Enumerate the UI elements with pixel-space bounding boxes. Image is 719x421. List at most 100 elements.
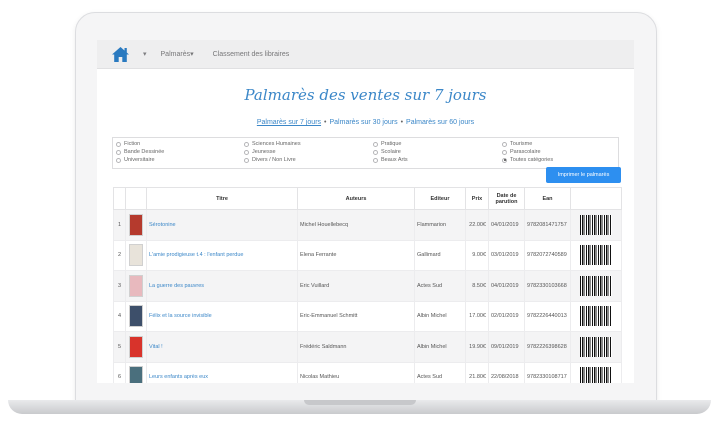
radio-button[interactable] — [116, 157, 121, 163]
barcode-image — [580, 367, 612, 383]
rank-cell: 6 — [113, 361, 126, 383]
author-cell: Nicolas Mathieu — [297, 361, 415, 383]
browser-screen: ▾ Palmarès▾ Classement des libraires Pal… — [97, 40, 634, 383]
header-price: Prix — [465, 187, 489, 210]
author-cell: Eric Vuillard — [297, 270, 415, 302]
barcode-cell — [570, 270, 622, 302]
barcode-cell — [570, 209, 622, 241]
cover-cell — [125, 300, 147, 332]
category-option[interactable]: Pratique — [373, 140, 402, 148]
book-title-link[interactable]: Sérotonine — [149, 222, 176, 228]
book-title-link[interactable]: Félix et la source invisible — [149, 313, 212, 319]
author-cell: Elena Ferrante — [297, 239, 415, 271]
category-option[interactable]: Sciences Humaines — [244, 140, 301, 148]
book-cover-image[interactable] — [129, 274, 143, 297]
table-row[interactable]: 1 Sérotonine Michel Houellebecq Flammarion 2… — [113, 209, 622, 241]
author-cell: Eric-Emmanuel Schmitt — [297, 300, 415, 332]
category-option[interactable]: Jeunesse — [244, 148, 276, 156]
category-option[interactable]: Parascolaire — [502, 148, 541, 156]
cover-cell — [125, 209, 147, 241]
period-7-days-link[interactable]: Palmarès sur 7 jours — [257, 119, 321, 126]
price-cell: 22.00€ — [465, 209, 489, 241]
barcode-cell — [570, 300, 622, 332]
radio-button[interactable] — [244, 149, 249, 155]
book-title-link[interactable]: Leurs enfants après eux — [149, 374, 208, 380]
table-row[interactable]: 3 La guerre des pauvres Eric Vuillard Actes… — [113, 270, 622, 302]
cover-cell — [125, 331, 147, 363]
publisher-cell: Albin Michel — [414, 331, 466, 363]
table-row[interactable]: 2 L'amie prodigieuse t.4 : l'enfant perdu… — [113, 239, 622, 271]
publisher-cell: Gallimard — [414, 239, 466, 271]
category-option[interactable]: Toutes catégories — [502, 156, 553, 164]
radio-button[interactable] — [373, 149, 378, 155]
radio-button[interactable] — [502, 149, 507, 155]
radio-button[interactable] — [373, 157, 378, 163]
radio-button[interactable] — [116, 141, 121, 147]
radio-button[interactable] — [116, 149, 121, 155]
book-title-link[interactable]: La guerre des pauvres — [149, 283, 204, 289]
period-30-days-link[interactable]: Palmarès sur 30 jours — [330, 119, 398, 126]
cover-cell — [125, 239, 147, 271]
rank-cell: 1 — [113, 209, 126, 241]
rank-cell: 3 — [113, 270, 126, 302]
period-60-days-link[interactable]: Palmarès sur 60 jours — [406, 119, 474, 126]
book-title-link[interactable]: L'amie prodigieuse t.4 : l'enfant perdue — [149, 252, 243, 258]
cover-cell — [125, 361, 147, 383]
cover-cell — [125, 270, 147, 302]
category-label: Bande Dessinée — [124, 149, 165, 155]
barcode-image — [580, 336, 612, 357]
nav-classement-libraires[interactable]: Classement des libraires — [213, 51, 290, 58]
radio-button[interactable] — [244, 141, 249, 147]
radio-button-selected[interactable] — [502, 157, 507, 163]
category-label: Beaux Arts — [381, 157, 408, 163]
category-label: Tourisme — [510, 141, 533, 147]
book-title-link[interactable]: Vital ! — [149, 344, 163, 350]
laptop-notch — [304, 400, 416, 405]
book-cover-image[interactable] — [129, 335, 143, 358]
rank-cell: 5 — [113, 331, 126, 363]
barcode-cell — [570, 331, 622, 363]
ean-cell: 9782330108717 — [524, 361, 571, 383]
category-label: Divers / Non Livre — [252, 157, 296, 163]
header-publisher: Editeur — [414, 187, 466, 210]
nav-palmares[interactable]: Palmarès▾ — [161, 50, 194, 58]
category-option[interactable]: Bande Dessinée — [116, 148, 164, 156]
title-cell: Sérotonine — [146, 209, 298, 241]
price-cell: 8.50€ — [465, 270, 489, 302]
date-cell: 22/08/2018 — [488, 361, 525, 383]
radio-button[interactable] — [244, 157, 249, 163]
book-cover-image[interactable] — [129, 244, 143, 267]
category-option[interactable]: Tourisme — [502, 140, 532, 148]
publisher-cell: Flammarion — [414, 209, 466, 241]
home-dropdown-caret[interactable]: ▾ — [143, 50, 147, 58]
ean-cell: 9782330103668 — [524, 270, 571, 302]
table-row[interactable]: 6 Leurs enfants après eux Nicolas Mathieu A… — [113, 361, 622, 383]
ean-cell: 9782081471757 — [524, 209, 571, 241]
price-cell: 17.00€ — [465, 300, 489, 332]
publisher-cell: Actes Sud — [414, 361, 466, 383]
header-date: Date de parution — [488, 187, 525, 210]
header-title: Titre — [146, 187, 298, 210]
ean-cell: 9782226398628 — [524, 331, 571, 363]
print-ranking-button[interactable]: Imprimer le palmarès — [546, 167, 621, 183]
title-cell: Félix et la source invisible — [146, 300, 298, 332]
home-icon[interactable] — [111, 45, 131, 63]
category-option[interactable]: Fiction — [116, 140, 140, 148]
book-cover-image[interactable] — [129, 213, 143, 236]
category-label: Universitaire — [124, 157, 155, 163]
book-cover-image[interactable] — [129, 366, 143, 383]
category-option[interactable]: Universitaire — [116, 156, 155, 164]
table-row[interactable]: 5 Vital ! Frédéric Saldmann Albin Michel 19.… — [113, 331, 622, 363]
ranking-table-container: Titre Auteurs Editeur Prix Date de parut… — [113, 187, 622, 383]
publisher-cell: Actes Sud — [414, 270, 466, 302]
category-option[interactable]: Scolaire — [373, 148, 401, 156]
book-cover-image[interactable] — [129, 305, 143, 328]
radio-button[interactable] — [502, 141, 507, 147]
header-barcode — [570, 187, 622, 210]
category-option[interactable]: Divers / Non Livre — [244, 156, 296, 164]
rank-cell: 2 — [113, 239, 126, 271]
radio-button[interactable] — [373, 141, 378, 147]
category-option[interactable]: Beaux Arts — [373, 156, 408, 164]
table-header-row: Titre Auteurs Editeur Prix Date de parut… — [113, 187, 622, 210]
table-row[interactable]: 4 Félix et la source invisible Eric-Emmanu… — [113, 300, 622, 332]
